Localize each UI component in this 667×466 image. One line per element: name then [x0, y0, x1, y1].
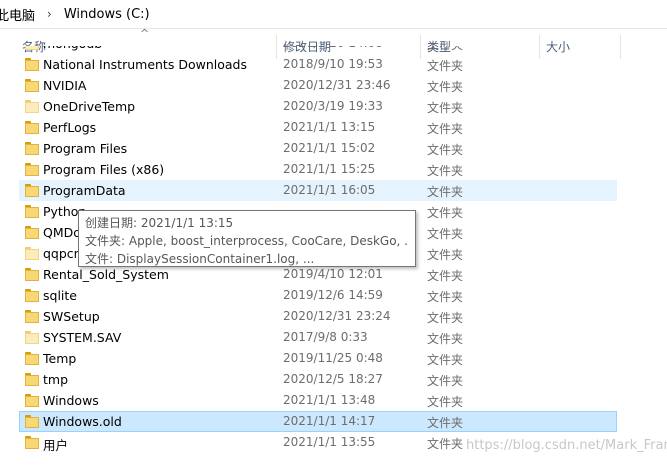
file-name: OneDriveTemp	[43, 99, 136, 114]
file-modified-date: 2019/4/10 12:01	[283, 267, 383, 281]
file-modified-date: 2021/1/1 14:17	[283, 414, 376, 428]
file-type: 文件夹	[427, 143, 464, 157]
file-row[interactable]: ProgramData 2021/1/1 16:05 文件夹	[19, 180, 617, 201]
file-modified-date: 2020/3/20 14:08	[283, 46, 383, 50]
watermark: https://blog.csdn.net/Mark_Frank	[466, 438, 667, 453]
file-row[interactable]: mongodb 2020/3/20 14:08 文件夹	[19, 46, 617, 54]
folder-icon	[25, 79, 39, 92]
folder-icon	[25, 247, 39, 260]
file-modified-date: 2021/1/1 13:55	[283, 435, 376, 449]
file-row[interactable]: NVIDIA 2020/12/31 23:46 文件夹	[19, 75, 617, 96]
folder-icon	[25, 310, 39, 323]
file-name: SYSTEM.SAV	[43, 330, 122, 345]
file-type: 文件夹	[427, 101, 464, 115]
file-name: mongodb	[43, 46, 102, 51]
file-modified-date: 2021/1/1 13:48	[283, 393, 376, 407]
file-row[interactable]: Program Files (x86) 2021/1/1 15:25 文件夹	[19, 159, 617, 180]
file-type: 文件夹	[427, 227, 464, 241]
file-row[interactable]: sqlite 2019/12/6 14:59 文件夹	[19, 285, 617, 306]
file-name: Rental_Sold_System	[43, 267, 169, 282]
file-name: 用户	[43, 438, 69, 453]
folder-icon	[25, 373, 39, 386]
file-modified-date: 2021/1/1 15:02	[283, 141, 376, 155]
folder-icon	[25, 205, 39, 218]
file-name: Windows	[43, 393, 99, 408]
file-row[interactable]: National Instruments Downloads 2018/9/10 …	[19, 54, 617, 75]
file-name: Program Files (x86)	[43, 162, 165, 177]
folder-icon	[25, 121, 39, 134]
file-modified-date: 2020/12/31 23:24	[283, 309, 391, 323]
breadcrumb-separator-icon[interactable]: ›	[47, 7, 52, 21]
file-type: 文件夹	[427, 59, 464, 73]
file-type: 文件夹	[427, 185, 464, 199]
file-row[interactable]: tmp 2020/12/5 18:27 文件夹	[19, 369, 617, 390]
file-row[interactable]: Temp 2019/11/25 0:48 文件夹	[19, 348, 617, 369]
file-name: ProgramData	[43, 183, 126, 198]
file-name: Program Files	[43, 141, 128, 156]
file-type: 文件夹	[427, 80, 464, 94]
file-type: 文件夹	[427, 374, 464, 388]
file-type: 文件夹	[427, 416, 464, 430]
folder-icon	[25, 100, 39, 113]
file-type: 文件夹	[427, 290, 464, 304]
file-modified-date: 2020/12/31 23:46	[283, 78, 391, 92]
file-type: 文件夹	[427, 206, 464, 220]
folder-icon	[25, 289, 39, 302]
address-breadcrumb[interactable]: 此电脑 › Windows (C:)	[0, 0, 667, 29]
folder-info-tooltip: 创建日期: 2021/1/1 13:15 文件夹: Apple, boost_i…	[78, 210, 416, 267]
folder-icon	[25, 352, 39, 365]
file-modified-date: 2020/3/19 19:33	[283, 99, 383, 113]
file-modified-date: 2020/12/5 18:27	[283, 372, 383, 386]
file-modified-date: 2019/12/6 14:59	[283, 288, 383, 302]
file-modified-date: 2021/1/1 16:05	[283, 183, 376, 197]
file-modified-date: 2017/9/8 0:33	[283, 330, 368, 344]
file-name: National Instruments Downloads	[43, 57, 247, 72]
file-row[interactable]: Program Files 2021/1/1 15:02 文件夹	[19, 138, 617, 159]
file-type: 文件夹	[427, 164, 464, 178]
file-modified-date: 2021/1/1 15:25	[283, 162, 376, 176]
folder-icon	[25, 268, 39, 281]
tooltip-files: 文件: DisplaySessionContainer1.log, ...	[85, 252, 315, 266]
folder-icon	[25, 226, 39, 239]
tooltip-created-date: 创建日期: 2021/1/1 13:15	[85, 216, 234, 230]
breadcrumb-drive-c[interactable]: Windows (C:)	[64, 7, 150, 22]
folder-icon	[25, 394, 39, 407]
file-name: Windows.old	[43, 414, 122, 429]
folder-icon	[25, 436, 39, 449]
file-modified-date: 2018/9/10 19:53	[283, 57, 383, 71]
file-type: 文件夹	[427, 269, 464, 283]
folder-icon	[25, 46, 39, 50]
file-type: 文件夹	[427, 248, 464, 262]
file-row[interactable]: Windows.old 2021/1/1 14:17 文件夹	[19, 411, 617, 432]
folder-icon	[25, 58, 39, 71]
folder-icon	[25, 331, 39, 344]
file-name: PerfLogs	[43, 120, 97, 135]
file-type: 文件夹	[427, 46, 463, 53]
file-name: NVIDIA	[43, 78, 87, 93]
file-row[interactable]: SYSTEM.SAV 2017/9/8 0:33 文件夹	[19, 327, 617, 348]
file-type: 文件夹	[427, 311, 464, 325]
folder-icon	[25, 142, 39, 155]
file-name: tmp	[43, 372, 69, 387]
file-row[interactable]: Windows 2021/1/1 13:48 文件夹	[19, 390, 617, 411]
tooltip-folders: 文件夹: Apple, boost_interprocess, CooCare,…	[85, 234, 409, 248]
file-name: Temp	[43, 351, 77, 366]
file-row[interactable]: PerfLogs 2021/1/1 13:15 文件夹	[19, 117, 617, 138]
file-type: 文件夹	[427, 395, 464, 409]
folder-icon	[25, 184, 39, 197]
file-modified-date: 2021/1/1 13:15	[283, 120, 376, 134]
file-name: sqlite	[43, 288, 77, 303]
file-type: 文件夹	[427, 353, 464, 367]
file-name: SWSetup	[43, 309, 100, 324]
file-modified-date: 2019/11/25 0:48	[283, 351, 383, 365]
file-type: 文件夹	[427, 332, 464, 346]
file-row[interactable]: OneDriveTemp 2020/3/19 19:33 文件夹	[19, 96, 617, 117]
file-type: 文件夹	[427, 437, 464, 451]
file-row[interactable]: SWSetup 2020/12/31 23:24 文件夹	[19, 306, 617, 327]
folder-icon	[25, 415, 39, 428]
file-type: 文件夹	[427, 122, 464, 136]
breadcrumb-this-pc[interactable]: 此电脑	[0, 5, 35, 24]
folder-icon	[25, 163, 39, 176]
